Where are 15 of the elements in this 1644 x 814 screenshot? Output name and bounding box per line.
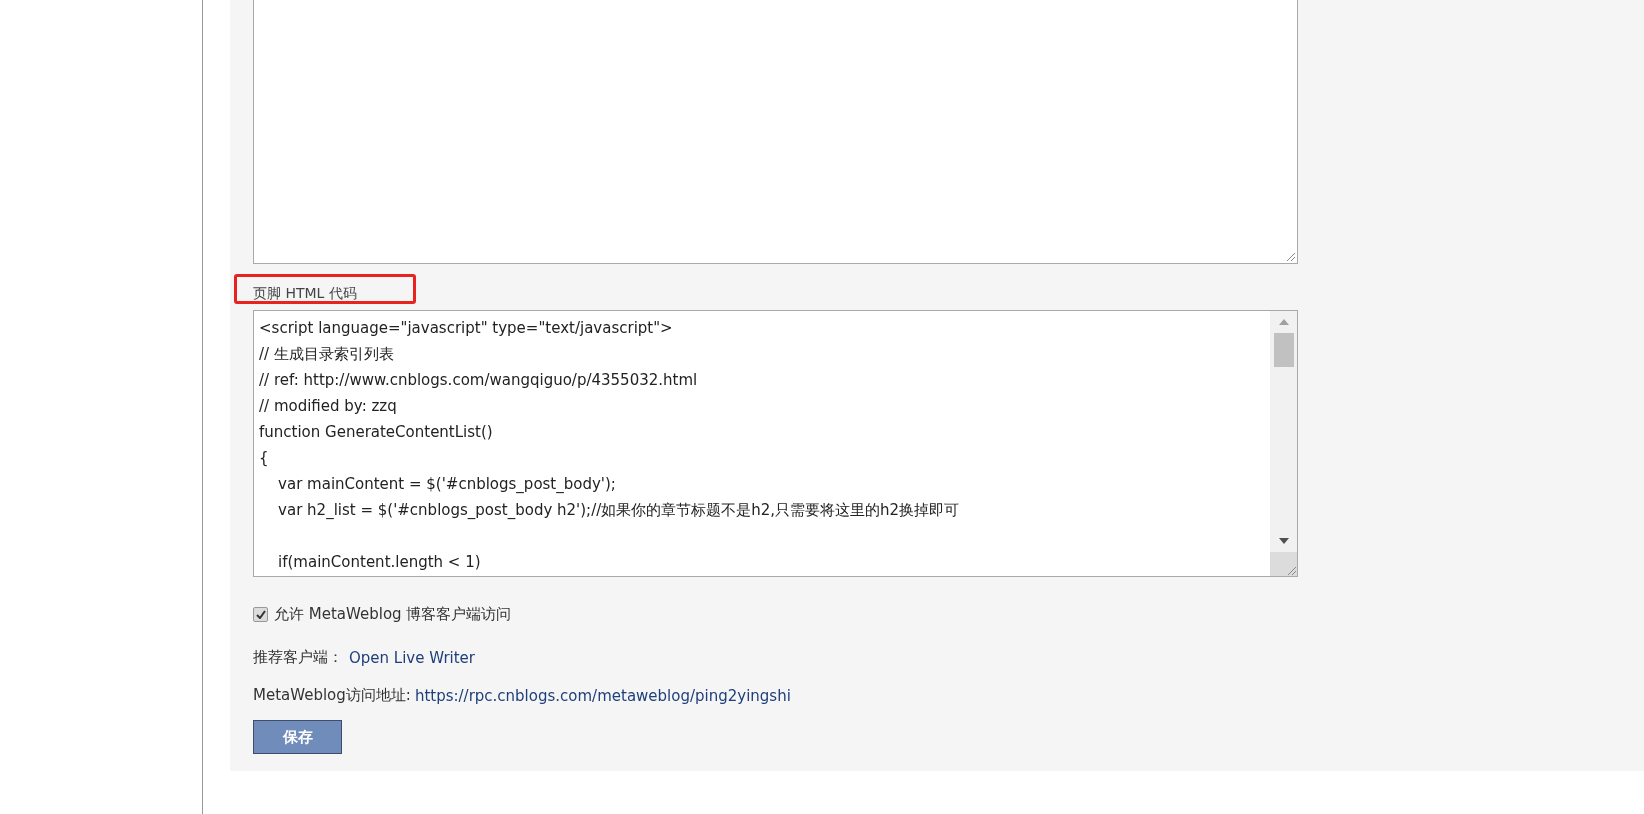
footer-code-field[interactable]: <script language="javascript" type="text/javascript"> // 生成目录索引列表 // ref: http://www.cnblogs.com/wangqiguo/p/4355032.html // modified by: zzq function GenerateContentList() { var mainContent = $('#cnblogs_post_body'); var h2_list = $('#cnblogs_post_body h2');//如果你的章节标题不是h2,只需要将这里的h2换掉即可 if(mainContent.length < 1) [253,310,1298,577]
address-link[interactable]: https://rpc.cnblogs.com/metaweblog/ping2yingshi [414,686,791,705]
scroll-up-icon[interactable] [1278,319,1289,325]
header-code-field[interactable] [253,0,1298,264]
checkbox-label: 允许 MetaWeblog 博客客户端访问 [274,605,512,624]
scroll-down-icon[interactable] [1278,538,1289,544]
recommended-client-label: 推荐客户端： [253,648,343,667]
resize-grip-icon[interactable] [1285,564,1297,576]
scrollbar[interactable] [1270,311,1297,576]
resize-grip-icon[interactable] [1284,250,1296,262]
checkbox[interactable] [253,607,268,622]
address-label: MetaWeblog访问地址: [253,686,411,705]
footer-code-label: 页脚 HTML 代码 [253,285,357,301]
scroll-thumb[interactable] [1273,333,1294,367]
client-link[interactable]: Open Live Writer [349,648,475,667]
